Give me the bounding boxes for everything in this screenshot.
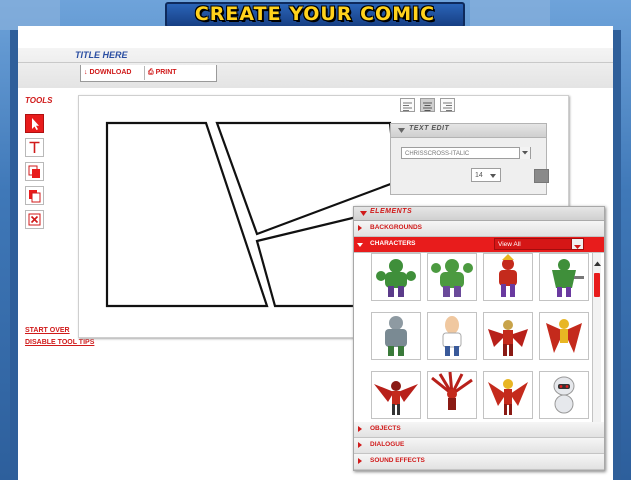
arrow-cursor-icon [32,118,39,130]
bring-front-tool[interactable] [25,162,44,181]
hulk-character-icon [431,259,473,297]
font-select[interactable]: CHRISSCROSS-ITALIC [401,147,531,159]
expand-arrow-icon [358,458,362,464]
layer-back-icon [29,190,41,203]
egghead-character-icon [442,316,462,356]
character-thumbnail[interactable] [539,253,589,301]
section-label: CHARACTERS [370,240,416,247]
character-thumbnail[interactable] [539,371,589,419]
chevron-down-icon [574,245,581,249]
elements-title: ELEMENTS [370,208,413,215]
character-thumbnail[interactable] [427,253,477,301]
elements-panel: ELEMENTS BACKGROUNDS CHARACTERS View All [353,206,605,471]
main-panel: TITLE HERE ↓ DOWNLOAD ⎙ PRINT TOOLS STAR… [18,26,613,480]
character-thumbnail[interactable] [427,312,477,360]
expand-arrow-icon [358,225,362,231]
text-color-button[interactable] [534,169,549,183]
character-thumbnail[interactable] [483,312,533,360]
falcon-character-icon [374,381,418,415]
text-edit-header[interactable]: TEXT EDIT [391,124,546,138]
character-thumbnail[interactable] [483,371,533,419]
scroll-up-button[interactable] [593,255,602,266]
red-hero-character-icon [499,254,517,297]
hulk-character-icon [376,259,416,297]
chevron-down-icon [522,151,528,155]
section-backgrounds[interactable]: BACKGROUNDS [354,221,604,237]
logo-text: CREATE YOUR COMIC [194,3,436,25]
section-sound-effects[interactable]: SOUND EFFECTS [354,454,604,470]
print-button[interactable]: ⎙ PRINT [148,66,177,80]
section-label: DIALOGUE [370,441,405,448]
collapse-triangle-icon [398,128,405,133]
download-button[interactable]: ↓ DOWNLOAD [84,66,131,80]
expand-arrow-icon [358,442,362,448]
tools-heading: TOOLS [25,96,53,105]
winged-hero-character-icon [546,319,582,353]
character-thumbnail[interactable] [539,312,589,360]
collapse-triangle-icon [360,211,367,216]
align-center-button[interactable] [420,98,435,112]
armored-villain-character-icon [385,316,407,356]
layer-front-icon [28,165,40,178]
title-divider [18,62,613,63]
font-select-value: CHRISSCROSS-ITALIC [405,151,470,157]
winged-hero-character-icon [488,320,528,356]
goblin-character-icon [552,259,584,297]
text-edit-title: TEXT EDIT [409,125,450,132]
section-label: SOUND EFFECTS [370,457,425,464]
elements-header[interactable]: ELEMENTS [354,207,604,221]
download-icon: ↓ [84,69,88,76]
robot-character-icon [553,376,575,414]
align-center-icon [423,102,432,111]
character-thumbnail[interactable] [483,253,533,301]
feathered-character-icon [431,371,473,410]
arrow-up-icon [594,261,601,266]
align-left-icon [403,102,412,111]
character-grid [359,253,594,429]
section-characters[interactable]: CHARACTERS View All [354,237,604,253]
text-t-icon [29,141,40,153]
print-icon: ⎙ [148,69,154,76]
send-back-tool[interactable] [25,186,44,205]
winged-hero-character-icon [488,379,528,415]
font-size-value: 14 [475,172,483,179]
align-right-icon [443,102,452,111]
expand-arrow-icon [358,426,362,432]
character-thumbnail[interactable] [371,253,421,301]
download-label: DOWNLOAD [89,69,132,76]
text-tool[interactable] [25,138,44,157]
toolbar-separator [144,66,145,80]
character-filter-value: View All [498,241,521,248]
section-label: BACKGROUNDS [370,224,422,231]
font-size-select[interactable]: 14 [471,168,501,182]
chevron-down-icon [490,174,496,178]
character-thumbnail[interactable] [371,312,421,360]
delete-tool[interactable] [25,210,44,229]
right-shade [613,30,621,480]
section-label: OBJECTS [370,425,401,432]
comic-title[interactable]: TITLE HERE [75,50,128,60]
section-objects[interactable]: OBJECTS [354,422,604,438]
start-over-link[interactable]: START OVER [25,327,70,334]
character-scrollbar[interactable] [592,253,602,431]
character-thumbnail[interactable] [371,371,421,419]
delete-x-icon [28,213,41,226]
align-left-button[interactable] [400,98,415,112]
character-thumbnail[interactable] [427,371,477,419]
left-shade [10,30,18,480]
text-edit-panel: TEXT EDIT CHRISSCROSS-ITALIC [390,123,547,195]
print-label: PRINT [155,69,177,76]
font-dropdown-button[interactable] [519,147,530,159]
align-right-button[interactable] [440,98,455,112]
section-dialogue[interactable]: DIALOGUE [354,438,604,454]
scroll-thumb[interactable] [594,273,600,297]
select-tool[interactable] [25,114,44,133]
collapse-arrow-icon [357,243,363,247]
disable-tool-tips-link[interactable]: DISABLE TOOL TIPS [25,339,94,346]
character-filter-dropdown[interactable] [571,238,584,250]
